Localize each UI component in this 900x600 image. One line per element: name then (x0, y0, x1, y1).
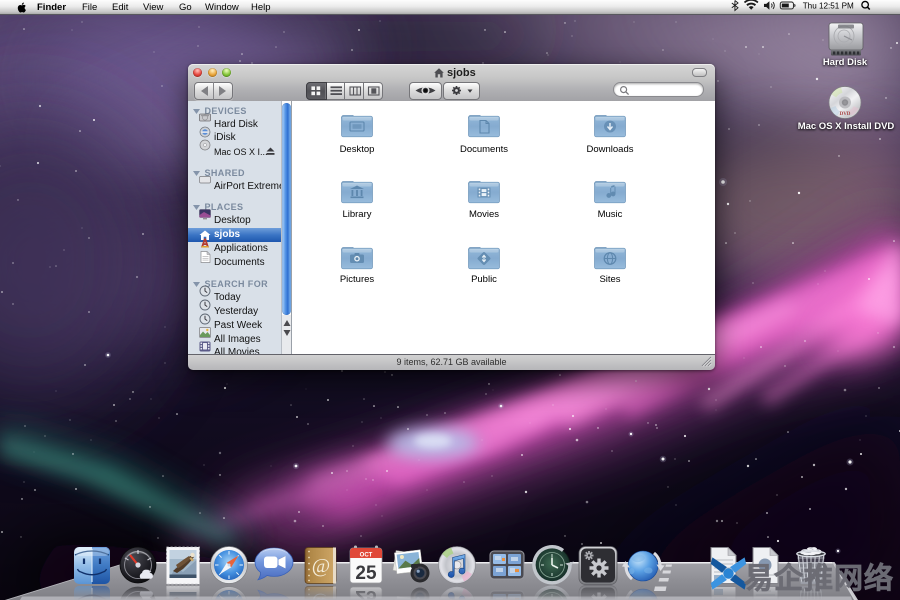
svg-text:DVD: DVD (840, 112, 851, 117)
svg-text:Thu 12:51 PM: Thu 12:51 PM (803, 1, 854, 10)
